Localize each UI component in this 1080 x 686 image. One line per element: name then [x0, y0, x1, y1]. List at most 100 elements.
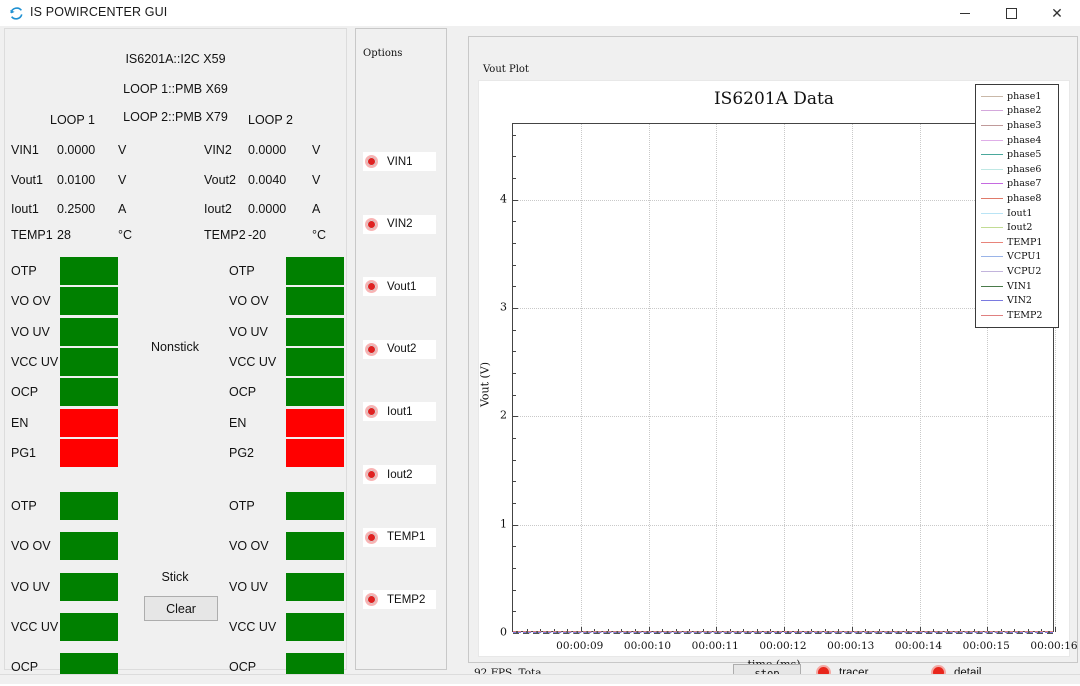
status-label-nonstick-left-4: OCP	[11, 385, 38, 399]
measurement-name-Iout2: Iout2	[204, 202, 232, 216]
y-axis-title: Vout (V)	[479, 354, 492, 414]
chart-series-VIN2	[513, 632, 1053, 633]
status-indicator-nonstick-right-4	[286, 378, 344, 406]
legend-item-phase7: phase7	[979, 177, 1055, 192]
option-temp2[interactable]: TEMP2	[363, 590, 436, 609]
legend-swatch-phase4	[981, 140, 1003, 141]
chart-legend: phase1phase2phase3phase4phase5phase6phas…	[975, 84, 1059, 328]
maximize-icon	[1006, 8, 1017, 19]
option-led-icon-vout2	[365, 343, 378, 356]
legend-swatch-VCPU1	[981, 256, 1003, 257]
option-label-vout2: Vout2	[387, 343, 416, 355]
legend-label-TEMP2: TEMP2	[1007, 310, 1042, 321]
status-indicator-stick-left-1	[60, 532, 118, 560]
status-label-stick-left-3: VCC UV	[11, 620, 58, 634]
legend-item-VIN2: VIN2	[979, 293, 1055, 308]
y-tick-minor	[513, 156, 516, 157]
y-tick-minor	[513, 373, 516, 374]
clear-button[interactable]: Clear	[144, 596, 218, 621]
measurement-name-Vout1: Vout1	[11, 173, 43, 187]
legend-label-phase6: phase6	[1007, 164, 1041, 175]
close-icon: ✕	[1051, 6, 1063, 20]
title-bar: IS POWIRCENTER GUI ✕	[0, 0, 1080, 27]
y-tick-minor	[513, 221, 516, 222]
option-vout1[interactable]: Vout1	[363, 277, 436, 296]
chart-series-TEMP2	[513, 631, 1053, 632]
legend-swatch-TEMP1	[981, 242, 1003, 243]
measurement-unit-Iout2: A	[312, 202, 320, 216]
legend-swatch-phase7	[981, 183, 1003, 184]
status-indicator-stick-right-2	[286, 573, 344, 601]
measurement-unit-TEMP2: °C	[312, 228, 326, 242]
status-indicator-stick-right-1	[286, 532, 344, 560]
status-label-stick-right-0: OTP	[229, 499, 255, 513]
legend-label-VIN1: VIN1	[1007, 281, 1032, 292]
status-label-stick-left-1: VO OV	[11, 539, 51, 553]
measurement-name-VIN1: VIN1	[11, 143, 39, 157]
legend-item-Iout1: Iout1	[979, 206, 1055, 221]
legend-swatch-phase5	[981, 154, 1003, 155]
legend-item-phase6: phase6	[979, 162, 1055, 177]
y-tick-minor	[513, 395, 516, 396]
option-label-vin1: VIN1	[387, 156, 413, 168]
y-tick-label: 1	[491, 517, 507, 530]
status-label-nonstick-right-1: VO OV	[229, 294, 269, 308]
x-tick-label: 00:00:09	[556, 640, 603, 652]
measurement-value-Vout1: 0.0100	[57, 173, 95, 187]
legend-swatch-Iout1	[981, 213, 1003, 214]
status-indicator-stick-right-3	[286, 613, 344, 641]
client-area: IS6201A::I2C X59 LOOP 1::PMB X69 LOOP 2:…	[0, 26, 1080, 683]
status-label-nonstick-left-3: VCC UV	[11, 355, 58, 369]
y-tick-minor	[513, 330, 516, 331]
status-label-stick-left-2: VO UV	[11, 580, 50, 594]
y-tick-minor	[513, 590, 516, 591]
option-label-temp2: TEMP2	[387, 594, 425, 606]
legend-swatch-VIN2	[981, 300, 1003, 301]
legend-label-phase3: phase3	[1007, 120, 1041, 131]
status-label-stick-left-0: OTP	[11, 499, 37, 513]
measurement-value-Iout1: 0.2500	[57, 202, 95, 216]
status-label-nonstick-left-2: VO UV	[11, 325, 50, 339]
option-vin2[interactable]: VIN2	[363, 215, 436, 234]
option-iout2[interactable]: Iout2	[363, 465, 436, 484]
y-tick-minor	[513, 611, 516, 612]
measurement-value-Iout2: 0.0000	[248, 202, 286, 216]
close-button[interactable]: ✕	[1034, 0, 1080, 26]
option-vout2[interactable]: Vout2	[363, 340, 436, 359]
measurement-unit-Vout1: V	[118, 173, 126, 187]
status-label-nonstick-right-4: OCP	[229, 385, 256, 399]
status-indicator-nonstick-left-3	[60, 348, 118, 376]
legend-item-VIN1: VIN1	[979, 279, 1055, 294]
measurement-unit-Iout1: A	[118, 202, 126, 216]
x-tick-label: 00:00:15	[963, 640, 1010, 652]
maximize-button[interactable]	[988, 0, 1034, 26]
x-tick-label: 00:00:16	[1030, 640, 1077, 652]
measurement-unit-VIN1: V	[118, 143, 126, 157]
legend-swatch-VCPU2	[981, 271, 1003, 272]
legend-item-phase4: phase4	[979, 133, 1055, 148]
option-led-icon-vin1	[365, 155, 378, 168]
plot-canvas: IS6201A Data 00:00:0900:00:1000:00:1100:…	[478, 80, 1070, 657]
x-tick-label: 00:00:14	[895, 640, 942, 652]
status-label-stick-right-1: VO OV	[229, 539, 269, 553]
nonstick-group-label: Nonstick	[125, 340, 225, 354]
legend-item-TEMP1: TEMP1	[979, 235, 1055, 250]
legend-item-VCPU1: VCPU1	[979, 250, 1055, 265]
app-refresh-icon	[9, 6, 24, 21]
y-tick-minor	[513, 503, 516, 504]
measurement-value-VIN1: 0.0000	[57, 143, 95, 157]
status-indicator-nonstick-left-1	[60, 287, 118, 315]
legend-swatch-TEMP2	[981, 315, 1003, 316]
option-temp1[interactable]: TEMP1	[363, 528, 436, 547]
option-led-icon-vin2	[365, 218, 378, 231]
minimize-button[interactable]	[942, 0, 988, 26]
loop1-label: LOOP 1	[50, 113, 95, 127]
option-led-icon-temp2	[365, 593, 378, 606]
option-iout1[interactable]: Iout1	[363, 402, 436, 421]
grid-line-horizontal	[513, 308, 1053, 309]
status-indicator-stick-right-0	[286, 492, 344, 520]
stick-group-label: Stick	[125, 570, 225, 584]
option-vin1[interactable]: VIN1	[363, 152, 436, 171]
x-tick-label: 00:00:10	[624, 640, 671, 652]
legend-swatch-phase3	[981, 125, 1003, 126]
